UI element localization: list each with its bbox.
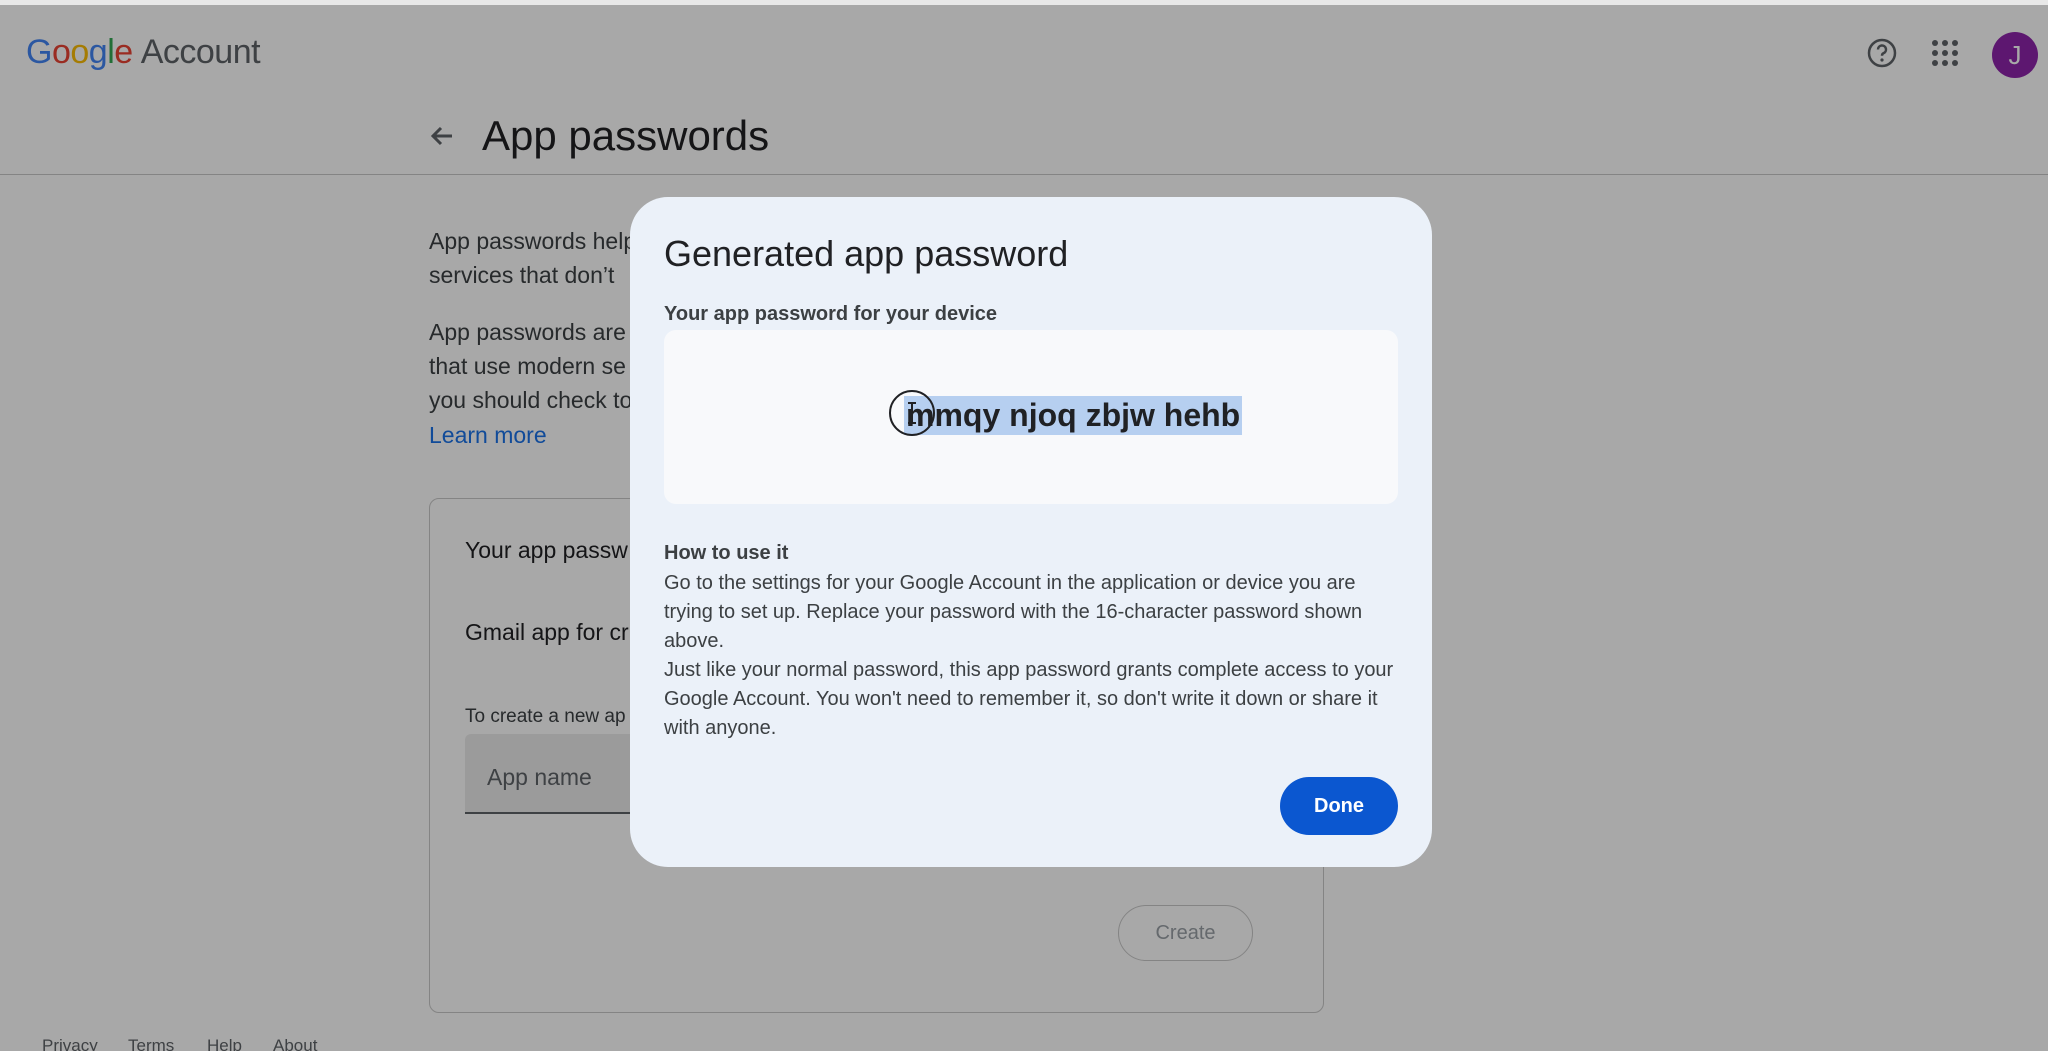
how-to-use-paragraph: Just like your normal password, this app…: [664, 659, 1394, 739]
dialog-subtitle: Your app password for your device: [664, 303, 998, 325]
generated-password-dialog: Generated app password Your app password…: [630, 197, 1432, 867]
how-to-use-title: How to use it: [664, 542, 789, 564]
text-cursor-icon: [889, 390, 935, 436]
password-display-box: mmqy njoq zbjw hehb: [664, 330, 1398, 504]
dialog-title: Generated app password: [664, 233, 1069, 274]
how-to-use-paragraph: Go to the settings for your Google Accou…: [664, 572, 1363, 652]
generated-password[interactable]: mmqy njoq zbjw hehb: [904, 396, 1243, 435]
done-button[interactable]: Done: [1280, 777, 1398, 835]
how-to-use-text: Go to the settings for your Google Accou…: [664, 569, 1409, 743]
